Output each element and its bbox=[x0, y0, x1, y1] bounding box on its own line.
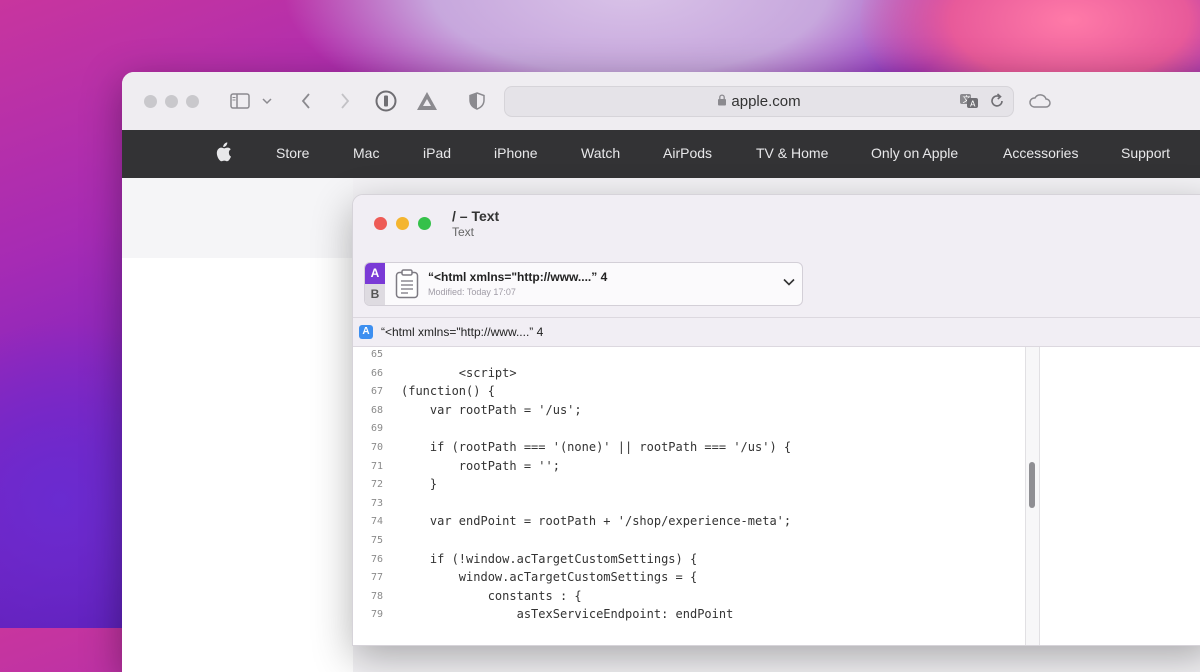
line-number: 78 bbox=[370, 590, 383, 602]
chevron-down-icon[interactable] bbox=[782, 275, 796, 289]
zoom-button[interactable] bbox=[418, 217, 431, 230]
reload-icon[interactable] bbox=[989, 92, 1005, 115]
item-selector-card[interactable]: A B “<html xmlns="http://www....” 4 Modi… bbox=[364, 262, 803, 306]
code-text: var endPoint = rootPath + '/shop/experie… bbox=[401, 514, 792, 529]
window-subtitle: Text bbox=[452, 225, 475, 239]
code-text: rootPath = ''; bbox=[401, 458, 560, 473]
code-text: if (rootPath === '(none)' || rootPath ==… bbox=[401, 440, 792, 454]
nav-mac[interactable]: Mac bbox=[353, 145, 379, 161]
sidebar-icon[interactable] bbox=[228, 88, 252, 114]
safari-toolbar: apple.com 文A bbox=[122, 72, 1200, 131]
item-title: “<html xmlns="http://www....” 4 bbox=[428, 270, 608, 284]
window-title: / – Text bbox=[452, 208, 500, 224]
line-number: 67 bbox=[370, 386, 383, 398]
line-number: 68 bbox=[370, 404, 383, 416]
chevron-down-icon[interactable] bbox=[260, 88, 274, 114]
address-text: apple.com bbox=[731, 93, 801, 110]
code-text: } bbox=[401, 477, 438, 492]
lock-icon bbox=[717, 94, 727, 109]
nav-accessories[interactable]: Accessories bbox=[1003, 145, 1078, 161]
nav-iphone[interactable]: iPhone bbox=[494, 145, 538, 161]
scrollbar-thumb[interactable] bbox=[1029, 462, 1035, 508]
detail-pane bbox=[1039, 347, 1200, 645]
code-text: if (!window.acTargetCustomSettings) { bbox=[401, 551, 698, 566]
extension-icon[interactable] bbox=[415, 88, 439, 114]
address-bar[interactable]: apple.com 文A bbox=[504, 86, 1014, 117]
page-content bbox=[122, 258, 353, 672]
code-text: <script> bbox=[401, 365, 517, 380]
text-window-header: / – Text Text A B “<html xmlns="http://w… bbox=[353, 195, 1200, 318]
close-button[interactable] bbox=[144, 95, 157, 108]
back-icon[interactable] bbox=[298, 88, 314, 114]
line-number: 69 bbox=[370, 423, 383, 435]
line-number: 65 bbox=[370, 349, 383, 360]
page-banner bbox=[122, 178, 353, 258]
path-text[interactable]: “<html xmlns="http://www....” 4 bbox=[381, 325, 543, 339]
nav-store[interactable]: Store bbox=[276, 145, 309, 161]
minimize-button[interactable] bbox=[165, 95, 178, 108]
line-number: 79 bbox=[370, 609, 383, 621]
nav-airpods[interactable]: AirPods bbox=[663, 145, 712, 161]
privacy-shield-icon[interactable] bbox=[467, 88, 487, 114]
nav-tv-home[interactable]: TV & Home bbox=[756, 145, 828, 161]
line-number: 76 bbox=[370, 553, 383, 565]
scrollbar[interactable] bbox=[1025, 347, 1040, 645]
code-text: window.acTargetCustomSettings = { bbox=[401, 570, 698, 585]
icloud-tabs-icon[interactable] bbox=[1027, 88, 1053, 114]
path-a-badge: A bbox=[359, 325, 373, 339]
translate-icon[interactable]: 文A bbox=[959, 92, 979, 115]
path-bar: A “<html xmlns="http://www....” 4 bbox=[353, 318, 1200, 347]
code-view[interactable]: 65 66 <script> 67 (function() { 68 var ro… bbox=[353, 347, 1025, 645]
item-modified: Modified: Today 17:07 bbox=[428, 287, 516, 297]
forward-icon[interactable] bbox=[337, 88, 353, 114]
password-extension-icon[interactable] bbox=[374, 88, 398, 114]
code-text: asTexServiceEndpoint: endPoint bbox=[401, 607, 734, 622]
line-number: 77 bbox=[370, 572, 383, 584]
code-text: constants : { bbox=[401, 588, 582, 603]
svg-text:A: A bbox=[970, 100, 976, 109]
close-button[interactable] bbox=[374, 217, 387, 230]
clipboard-icon bbox=[395, 269, 419, 299]
b-badge[interactable]: B bbox=[365, 284, 385, 305]
minimize-button[interactable] bbox=[396, 217, 409, 230]
apple-logo-icon[interactable] bbox=[214, 142, 232, 167]
nav-ipad[interactable]: iPad bbox=[423, 145, 451, 161]
line-number: 72 bbox=[370, 479, 383, 491]
text-window: / – Text Text A B “<html xmlns="http://w… bbox=[352, 194, 1200, 646]
code-text: (function() { bbox=[401, 384, 495, 399]
line-number: 70 bbox=[370, 442, 383, 453]
a-badge[interactable]: A bbox=[365, 263, 385, 284]
zoom-button[interactable] bbox=[186, 95, 199, 108]
nav-watch[interactable]: Watch bbox=[581, 145, 620, 161]
apple-globalnav: Store Mac iPad iPhone Watch AirPods TV &… bbox=[122, 130, 1200, 178]
nav-support[interactable]: Support bbox=[1121, 145, 1170, 161]
line-number: 73 bbox=[370, 497, 383, 509]
nav-only-on-apple[interactable]: Only on Apple bbox=[871, 145, 958, 161]
line-number: 71 bbox=[370, 460, 383, 472]
line-number: 74 bbox=[370, 516, 383, 528]
line-number: 66 bbox=[370, 367, 383, 379]
code-text: var rootPath = '/us'; bbox=[401, 402, 582, 417]
line-number: 75 bbox=[370, 535, 383, 546]
